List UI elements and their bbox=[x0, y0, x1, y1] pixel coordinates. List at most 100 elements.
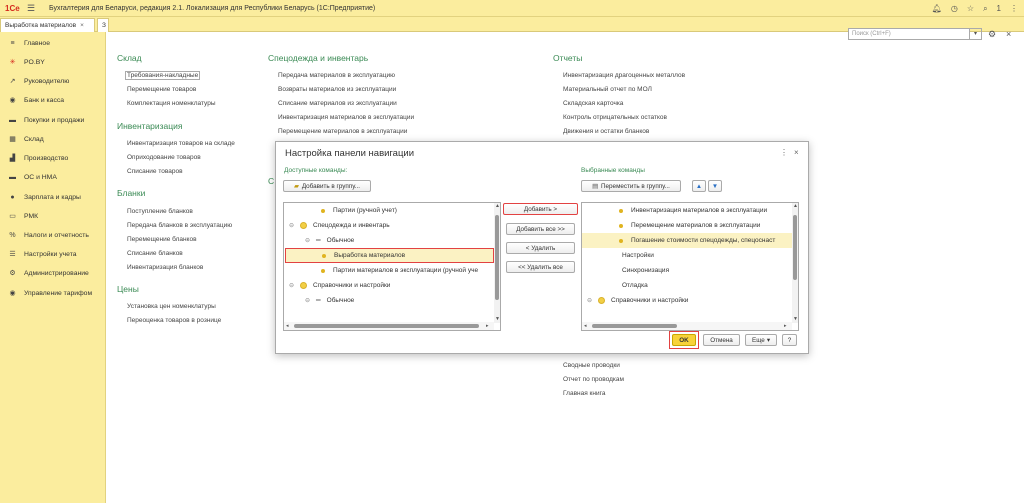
sidebar-item-salary[interactable]: ● Зарплата и кадры bbox=[0, 190, 81, 204]
sidebar-item-rmk[interactable]: ▭ РМК bbox=[0, 209, 38, 223]
list-item[interactable]: ⊖ Справочники и настройки bbox=[582, 293, 792, 308]
add-to-group-button[interactable]: ▰ Добавить в группу... bbox=[283, 180, 371, 192]
tab-partial[interactable]: З bbox=[97, 18, 109, 32]
link-spisanie-tovarov[interactable]: Списание товаров bbox=[127, 168, 183, 175]
list-item[interactable]: Отладка bbox=[582, 278, 792, 293]
history-icon[interactable]: ◷ bbox=[951, 4, 958, 13]
list-item[interactable]: ⊖ ═ Обычное bbox=[284, 293, 494, 308]
link-workwear-transfer[interactable]: Передача материалов в эксплуатацию bbox=[278, 72, 395, 79]
list-item[interactable]: Инвентаризация материалов в эксплуатации bbox=[582, 203, 792, 218]
sidebar-item-tariff[interactable]: ◉ Управление тарифом bbox=[0, 286, 92, 300]
vertical-scrollbar[interactable]: ▲ ▼ bbox=[494, 203, 500, 323]
link-inventory-stock[interactable]: Инвентаризация товаров на складе bbox=[127, 140, 235, 147]
link-oprihodovanie[interactable]: Оприходование товаров bbox=[127, 154, 201, 161]
sidebar-item-accounting-settings[interactable]: ☰ Настройки учета bbox=[0, 247, 76, 261]
list-item[interactable]: Партии (ручной учет) bbox=[284, 203, 494, 218]
cancel-button[interactable]: Отмена bbox=[703, 334, 740, 346]
dialog-menu-icon[interactable]: ⋮ bbox=[780, 148, 788, 157]
scroll-up-icon[interactable]: ▲ bbox=[495, 203, 500, 209]
list-item[interactable]: ⊖ ═ Обычное bbox=[284, 233, 494, 248]
link-report-metals[interactable]: Инвентаризация драгоценных металлов bbox=[563, 72, 685, 79]
link-report-general-ledger[interactable]: Главная книга bbox=[563, 390, 605, 397]
horizontal-scrollbar[interactable]: ◂ ▸ bbox=[284, 322, 494, 330]
sidebar-item-bank[interactable]: ◉ Банк и касса bbox=[0, 93, 64, 107]
settings-gear-icon[interactable]: ⚙ bbox=[988, 29, 996, 40]
list-item[interactable]: Настройки bbox=[582, 248, 792, 263]
sidebar-item-production[interactable]: ▟ Производство bbox=[0, 151, 69, 165]
list-item[interactable]: ⊖ Спецодежда и инвентарь bbox=[284, 218, 494, 233]
link-workwear-move[interactable]: Перемещение материалов в эксплуатации bbox=[278, 128, 407, 135]
add-all-button[interactable]: Добавить все >> bbox=[506, 223, 575, 235]
scroll-thumb[interactable] bbox=[793, 215, 797, 280]
scroll-thumb[interactable] bbox=[592, 324, 677, 328]
sidebar-item-sales[interactable]: ▬ Покупки и продажи bbox=[0, 113, 84, 127]
scroll-left-icon[interactable]: ◂ bbox=[584, 323, 587, 329]
link-report-summary[interactable]: Сводные проводки bbox=[563, 362, 620, 369]
link-workwear-writeoff[interactable]: Списание материалов из эксплуатации bbox=[278, 100, 397, 107]
link-workwear-returns[interactable]: Возвраты материалов из эксплуатации bbox=[278, 86, 396, 93]
link-blanks-writeoff[interactable]: Списание бланков bbox=[127, 250, 183, 257]
link-report-stock-card[interactable]: Складская карточка bbox=[563, 100, 623, 107]
list-item-label: Погашение стоимости спецодежды, спецосна… bbox=[631, 237, 776, 244]
tab-vyrabotka[interactable]: Выработка материалов × bbox=[0, 18, 95, 32]
search-input[interactable]: Поиск (Ctrl+F) bbox=[848, 28, 970, 40]
link-workwear-inventory[interactable]: Инвентаризация материалов в эксплуатации bbox=[278, 114, 414, 121]
dialog-close-icon[interactable]: × bbox=[794, 148, 799, 157]
link-blanks-move[interactable]: Перемещение бланков bbox=[127, 236, 197, 243]
tab-close-icon[interactable]: × bbox=[80, 22, 84, 29]
more-button[interactable]: Еще ▾ bbox=[745, 334, 777, 346]
list-item[interactable]: Перемещение материалов в эксплуатации bbox=[582, 218, 792, 233]
sidebar-item-poby[interactable]: ✳ PO.BY bbox=[0, 55, 45, 69]
link-report-negative[interactable]: Контроль отрицательных остатков bbox=[563, 114, 667, 121]
ok-button[interactable]: OK bbox=[672, 334, 696, 346]
link-set-prices[interactable]: Установка цен номенклатуры bbox=[127, 303, 216, 310]
list-item-selected[interactable]: Выработка материалов bbox=[285, 248, 494, 263]
remove-all-button[interactable]: << Удалить все bbox=[506, 261, 575, 273]
window-menu-icon[interactable]: ⋮ bbox=[1010, 4, 1018, 13]
scroll-right-icon[interactable]: ▸ bbox=[486, 323, 489, 329]
list-item[interactable]: Партии материалов в эксплуатации (ручной… bbox=[284, 263, 494, 278]
move-down-icon[interactable]: ▼ bbox=[708, 180, 722, 192]
scroll-thumb[interactable] bbox=[495, 215, 499, 300]
list-item[interactable]: ⊖ Справочники и настройки bbox=[284, 278, 494, 293]
horizontal-scrollbar[interactable]: ◂ ▸ bbox=[582, 322, 792, 330]
move-to-group-button[interactable]: ▤ Переместить в группу... bbox=[581, 180, 681, 192]
available-commands-list[interactable]: Партии (ручной учет) ⊖ Спецодежда и инвен… bbox=[283, 202, 501, 331]
link-revaluation[interactable]: Переоценка товаров в рознице bbox=[127, 317, 221, 324]
link-peremeshchenie-tovarov[interactable]: Перемещение товаров bbox=[127, 86, 196, 93]
selected-commands-list[interactable]: Инвентаризация материалов в эксплуатации… bbox=[581, 202, 799, 331]
search-icon[interactable]: ⌕ bbox=[983, 4, 987, 14]
bell-icon[interactable]: 🔔︎ bbox=[932, 4, 942, 13]
sidebar-item-main[interactable]: ≡ Главное bbox=[0, 36, 50, 50]
link-blanks-transfer[interactable]: Передача бланков в эксплуатацию bbox=[127, 222, 232, 229]
help-button[interactable]: ? bbox=[782, 334, 797, 346]
sidebar-item-assets[interactable]: ▬ ОС и НМА bbox=[0, 170, 57, 184]
link-blanks-receipt[interactable]: Поступление бланков bbox=[127, 208, 193, 215]
link-komplektaciya[interactable]: Комплектация номенклатуры bbox=[127, 100, 216, 107]
link-report-postings[interactable]: Отчет по проводкам bbox=[563, 376, 624, 383]
scroll-down-icon[interactable]: ▼ bbox=[495, 316, 500, 322]
scroll-right-icon[interactable]: ▸ bbox=[784, 323, 787, 329]
close-icon[interactable]: × bbox=[1006, 29, 1011, 39]
main-menu-icon[interactable]: ☰ bbox=[27, 3, 39, 14]
add-button[interactable]: Добавить > bbox=[503, 203, 578, 215]
sidebar-item-manager[interactable]: ↗ Руководителю bbox=[0, 74, 70, 88]
vertical-scrollbar[interactable]: ▲ ▼ bbox=[792, 203, 798, 323]
favorites-star-icon[interactable]: ☆ bbox=[967, 4, 974, 13]
list-item[interactable]: Синхронизация bbox=[582, 263, 792, 278]
sidebar-item-taxes[interactable]: % Налоги и отчетность bbox=[0, 228, 89, 242]
link-report-mol[interactable]: Материальный отчет по МОЛ bbox=[563, 86, 652, 93]
scroll-thumb[interactable] bbox=[294, 324, 479, 328]
link-blanks-inventory[interactable]: Инвентаризация бланков bbox=[127, 264, 203, 271]
search-dropdown-icon[interactable]: ▾ bbox=[970, 28, 982, 40]
scroll-up-icon[interactable]: ▲ bbox=[793, 203, 798, 209]
scroll-down-icon[interactable]: ▼ bbox=[793, 316, 798, 322]
link-trebovaniya[interactable]: Требования-накладные bbox=[125, 71, 201, 80]
move-up-icon[interactable]: ▲ bbox=[692, 180, 706, 192]
remove-button[interactable]: < Удалить bbox=[506, 242, 575, 254]
scroll-left-icon[interactable]: ◂ bbox=[286, 323, 289, 329]
link-report-blanks-movement[interactable]: Движения и остатки бланков bbox=[563, 128, 649, 135]
sidebar-item-warehouse[interactable]: ▦ Склад bbox=[0, 132, 43, 146]
list-item-highlighted[interactable]: Погашение стоимости спецодежды, спецосна… bbox=[582, 233, 792, 248]
sidebar-item-admin[interactable]: ⚙ Администрирование bbox=[0, 266, 88, 280]
